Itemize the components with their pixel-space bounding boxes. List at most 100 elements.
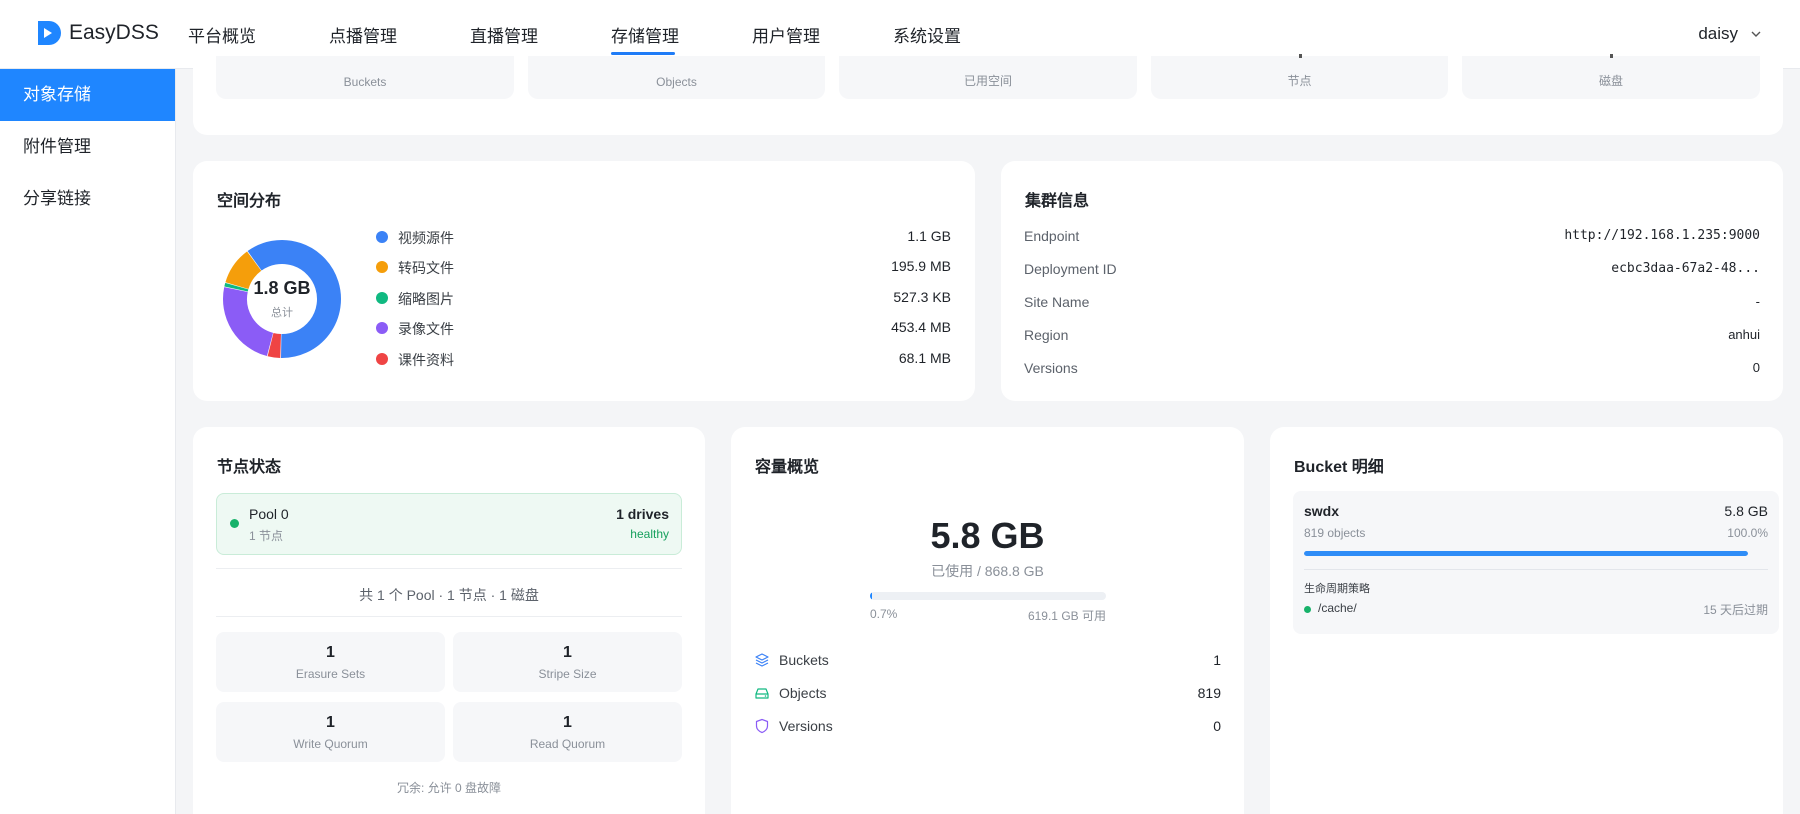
info-value: - (1755, 294, 1760, 309)
donut-total: 1.8 GB (253, 278, 311, 298)
capacity-row-label: Versions (779, 718, 833, 734)
user-menu[interactable]: daisy (1698, 24, 1762, 44)
donut-slice-课件资料 (267, 332, 282, 358)
chevron-down-icon (1751, 31, 1761, 37)
bucket-name: swdx (1304, 503, 1340, 519)
legend-name: 课件资料 (398, 352, 454, 368)
pool-node-count: 1 节点 (249, 529, 284, 543)
capacity-free: 619.1 GB 可用 (1027, 609, 1106, 623)
capacity-row-value: 819 (1197, 685, 1221, 701)
capacity-used: 5.8 GB (930, 515, 1045, 556)
bucket-usage-fill (1304, 551, 1748, 556)
metric-write-quorum: 1 Write Quorum (216, 702, 445, 762)
metric-erasure-sets: 1 Erasure Sets (216, 632, 445, 692)
metric-label: Stripe Size (538, 667, 597, 681)
user-name: daisy (1698, 24, 1738, 43)
info-row-region: Region anhui (1024, 327, 1760, 347)
info-row-endpoint: Endpoint http://192.168.1.235:9000 (1024, 228, 1760, 248)
capacity-row-label: Objects (779, 685, 827, 701)
capacity-progress-bar (870, 592, 1106, 600)
space-distribution-card: 空间分布 1.8 GB 总计 视频源件 1.1 GB 转码文件 195.9 MB… (193, 161, 975, 401)
legend-value: 1.1 GB (907, 228, 951, 244)
capacity-row-buckets: Buckets 1 (754, 651, 1221, 671)
legend-item: 录像文件 453.4 MB (376, 318, 951, 338)
divider (216, 616, 682, 617)
metric-read-quorum: 1 Read Quorum (453, 702, 682, 762)
sidebar-item-share-links[interactable]: 分享链接 (0, 173, 175, 225)
capacity-row-label: Buckets (779, 652, 829, 668)
pool-name: Pool 0 (249, 506, 289, 522)
info-row-versions: Versions 0 (1024, 360, 1760, 380)
donut-total-label: 总计 (271, 307, 293, 319)
capacity-row-versions: Versions 0 (754, 717, 1221, 737)
card-title: 容量概览 (755, 459, 820, 476)
stat-used-space: 已用空间 (839, 56, 1137, 99)
card-title: 节点状态 (217, 459, 282, 476)
redundancy-note: 冗余: 允许 0 盘故障 (396, 781, 501, 795)
status-dot (230, 519, 239, 528)
lifecycle-title: 生命周期策略 (1304, 583, 1370, 595)
stat-nodes: 节点 (1151, 54, 1448, 99)
lifecycle-prefix: /cache/ (1318, 601, 1357, 615)
stat-label: 已用空间 (963, 74, 1012, 88)
sidebar-item-object-storage[interactable]: 对象存储 (0, 69, 175, 121)
legend-swatch (376, 261, 388, 273)
legend-name: 缩略图片 (398, 291, 454, 307)
legend-item: 缩略图片 527.3 KB (376, 288, 951, 308)
stat-label: Objects (656, 75, 697, 89)
info-key: Endpoint (1024, 228, 1080, 244)
sidebar: 对象存储 附件管理 分享链接 (0, 69, 176, 814)
legend-swatch (376, 231, 388, 243)
capacity-overview-card: 容量概览 5.8 GB 已使用 / 868.8 GB 0.7% 619.1 GB… (731, 427, 1244, 814)
legend-value: 68.1 MB (898, 350, 951, 366)
shield-icon (755, 718, 769, 734)
legend-name: 视频源件 (398, 230, 454, 246)
stats-card: Buckets Objects 已用空间 节点 磁盘 (193, 54, 1783, 135)
legend-swatch (376, 292, 388, 304)
metric-value: 1 (326, 644, 335, 661)
info-key: Site Name (1024, 294, 1090, 310)
metric-value: 1 (563, 714, 572, 731)
bucket-detail-card: Bucket 明细 swdx 5.8 GB 819 objects 100.0%… (1270, 427, 1783, 814)
stat-label: 磁盘 (1598, 74, 1623, 88)
legend-value: 453.4 MB (891, 319, 951, 335)
metric-label: Write Quorum (293, 737, 368, 751)
stat-label: Buckets (343, 75, 387, 89)
space-donut-chart (223, 240, 341, 358)
info-key: Versions (1024, 360, 1078, 376)
app-logo[interactable]: EasyDSS (35, 19, 159, 47)
sidebar-item-attachments[interactable]: 附件管理 (0, 121, 175, 173)
legend-item: 视频源件 1.1 GB (376, 227, 951, 247)
stat-value-fragment (1610, 54, 1613, 58)
stat-objects: Objects (528, 56, 825, 99)
bucket-size: 5.8 GB (1724, 503, 1768, 519)
divider (216, 568, 682, 569)
info-value: ecbc3daa-67a2-48... (1611, 261, 1760, 276)
legend-item: 课件资料 68.1 MB (376, 349, 951, 369)
capacity-row-objects: Objects 819 (754, 684, 1221, 704)
node-status-card: 节点状态 Pool 0 1 节点 1 drives healthy 共 1 个 … (193, 427, 705, 814)
bucket-usage-bar (1304, 551, 1748, 556)
card-title: 空间分布 (217, 193, 282, 210)
legend-value: 195.9 MB (891, 258, 951, 274)
stat-buckets: Buckets (216, 56, 514, 99)
metric-stripe-size: 1 Stripe Size (453, 632, 682, 692)
legend-swatch (376, 353, 388, 365)
cluster-info-card: 集群信息 Endpoint http://192.168.1.235:9000 … (1001, 161, 1783, 401)
bucket-percent: 100.0% (1727, 526, 1768, 540)
info-row-site-name: Site Name - (1024, 294, 1760, 314)
info-row-deployment-id: Deployment ID ecbc3daa-67a2-48... (1024, 261, 1760, 281)
pool-health: healthy (630, 527, 669, 541)
stat-value-fragment (1298, 54, 1302, 58)
legend-swatch (376, 322, 388, 334)
bucket-object-count: 819 objects (1304, 526, 1366, 540)
card-title: 集群信息 (1025, 193, 1090, 210)
pool-item[interactable]: Pool 0 1 节点 1 drives healthy (216, 493, 682, 555)
info-key: Region (1024, 327, 1069, 343)
bucket-item[interactable]: swdx 5.8 GB 819 objects 100.0% 生命周期策略 /c… (1293, 491, 1779, 634)
info-value: 0 (1752, 360, 1760, 375)
capacity-used-of-total: 已使用 / 868.8 GB (931, 563, 1044, 579)
layers-icon (755, 653, 769, 667)
drive-icon (755, 688, 769, 699)
capacity-percent: 0.7% (870, 607, 898, 621)
